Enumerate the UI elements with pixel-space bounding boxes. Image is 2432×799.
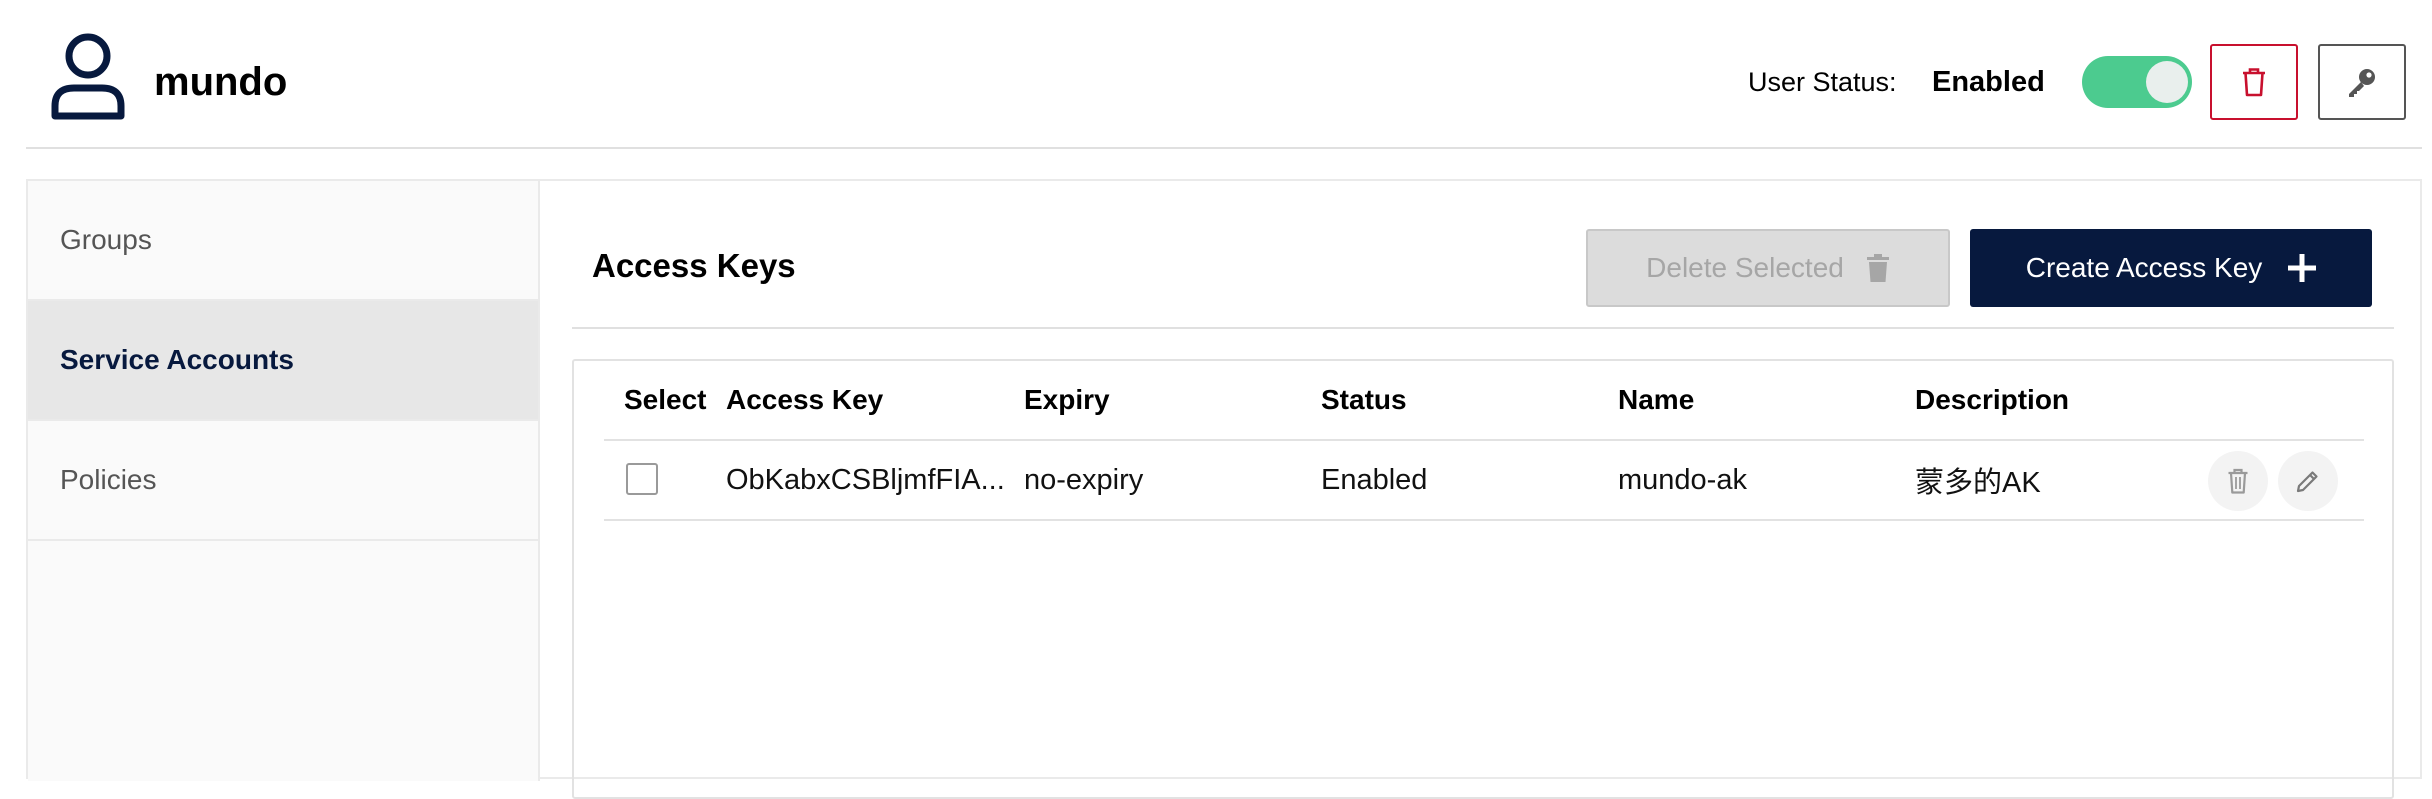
column-header-expiry: Expiry <box>1024 384 1110 415</box>
column-header-status: Status <box>1321 384 1407 415</box>
plus-icon <box>2288 254 2317 282</box>
row-delete-button[interactable] <box>2208 451 2268 511</box>
cell-access-key: ObKabxCSBljmfFIA... <box>726 463 1005 496</box>
user-status-value: Enabled <box>1932 66 2045 98</box>
sidebar-item-policies[interactable]: Policies <box>28 421 538 541</box>
access-keys-section: Access Keys Delete Selected Create Acces… <box>540 181 2422 799</box>
user-sidebar: Groups Service Accounts Policies <box>28 181 540 781</box>
user-status-toggle[interactable] <box>2082 56 2192 108</box>
user-status-label: User Status: <box>1748 67 1897 97</box>
user-header: mundo User Status: Enabled <box>0 0 2432 148</box>
column-header-name: Name <box>1618 384 1695 415</box>
username-title: mundo <box>154 60 288 104</box>
key-icon <box>2349 69 2375 97</box>
create-access-key-label: Create Access Key <box>2025 252 2263 283</box>
trash-icon <box>2243 68 2265 97</box>
change-password-button[interactable] <box>2318 44 2406 120</box>
sidebar-item-groups[interactable]: Groups <box>28 181 538 301</box>
delete-user-button[interactable] <box>2210 44 2298 120</box>
trash-icon <box>2228 468 2248 494</box>
cell-expiry: no-expiry <box>1024 463 1144 496</box>
table-row[interactable]: ObKabxCSBljmfFIA... no-expiry Enabled mu… <box>604 441 2364 521</box>
user-details-panel: Groups Service Accounts Policies Access … <box>26 179 2422 799</box>
section-divider <box>572 327 2394 329</box>
column-header-description: Description <box>1915 384 2070 415</box>
toggle-knob <box>2146 61 2188 103</box>
user-avatar-icon <box>51 33 125 120</box>
delete-selected-button[interactable]: Delete Selected <box>1586 229 1950 307</box>
cell-status: Enabled <box>1321 463 1428 496</box>
pencil-icon <box>2296 471 2318 493</box>
column-header-select: Select <box>624 384 707 415</box>
row-select-checkbox[interactable] <box>626 463 658 495</box>
access-keys-table: Select Access Key Expiry Status Name Des… <box>572 359 2394 799</box>
create-access-key-button[interactable]: Create Access Key <box>1970 229 2372 307</box>
section-title: Access Keys <box>592 247 796 284</box>
cell-name: mundo-ak <box>1618 463 1747 496</box>
header-divider <box>26 147 2422 149</box>
table-header: Select Access Key Expiry Status Name Des… <box>604 361 2364 441</box>
sidebar-item-service-accounts[interactable]: Service Accounts <box>28 301 538 421</box>
trash-filled-icon <box>1866 254 1889 282</box>
cell-description: 蒙多的AK <box>1915 467 2041 499</box>
row-edit-button[interactable] <box>2278 451 2338 511</box>
column-header-access-key: Access Key <box>726 384 884 415</box>
delete-selected-label: Delete Selected <box>1646 252 1844 283</box>
